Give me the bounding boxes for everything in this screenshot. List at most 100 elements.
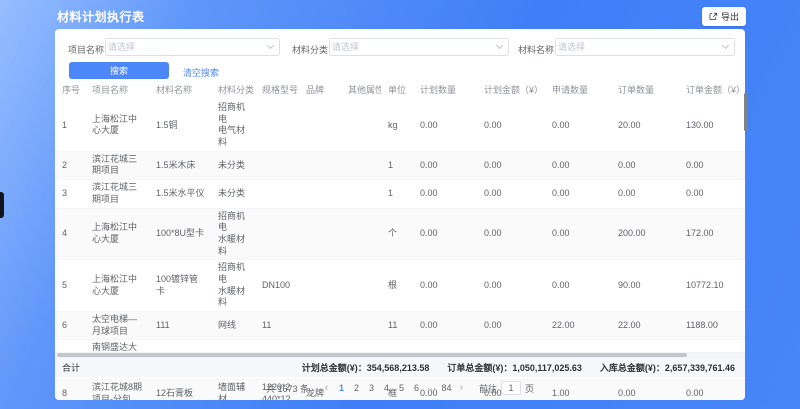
table-cell: 招商机电 电气材料	[211, 100, 255, 151]
column-header: 序号	[55, 78, 85, 100]
column-header: 订单金额（¥）	[679, 78, 745, 100]
table-cell: 4	[55, 208, 85, 260]
total-count: 共 1673 条	[266, 382, 309, 395]
material-category-input[interactable]	[332, 42, 497, 52]
column-header: 项目名称	[85, 78, 149, 100]
table-cell: 0.00	[477, 312, 545, 340]
page-title: 材料计划执行表	[57, 8, 145, 25]
export-button[interactable]: 导出	[702, 7, 746, 26]
table-cell: 0.00	[679, 151, 745, 179]
table-cell	[341, 151, 381, 179]
table-cell: 招商机电 水暖材料	[211, 260, 255, 312]
material-name-select[interactable]	[555, 38, 735, 56]
material-name-input[interactable]	[558, 42, 723, 52]
table-cell: 1.5米木床	[149, 151, 211, 179]
table-cell	[255, 151, 299, 179]
table-cell: 1	[55, 100, 85, 151]
table-cell: 0.00	[545, 260, 611, 312]
table-cell: 0.00	[679, 180, 745, 208]
page-button[interactable]: 2	[349, 382, 364, 394]
table-cell: 3	[55, 180, 85, 208]
table-cell: 未分类	[211, 151, 255, 179]
table-cell: 0.00	[413, 208, 477, 260]
chevron-down-icon	[496, 42, 503, 49]
table-cell: 200.00	[611, 208, 679, 260]
table-cell: 0.00	[545, 180, 611, 208]
page-button[interactable]: 4	[379, 382, 394, 394]
table-row: 5上海松江中心大厦100镀锌管卡招商机电 水暖材料DN100根0.000.000…	[55, 260, 745, 312]
table-cell	[255, 208, 299, 260]
table-cell: 0.00	[611, 151, 679, 179]
table-cell: 2	[55, 151, 85, 179]
table-cell: 100*8U型卡	[149, 208, 211, 260]
table-cell: 0.00	[477, 208, 545, 260]
table-cell	[299, 180, 341, 208]
horizontal-scrollbar-thumb[interactable]	[57, 353, 687, 357]
vertical-scrollbar-thumb[interactable]	[744, 93, 747, 131]
table-cell	[341, 100, 381, 151]
search-button[interactable]: 搜索	[69, 62, 169, 79]
table-row: 1上海松江中心大厦1.5铜招商机电 电气材料kg0.000.000.0020.0…	[55, 100, 745, 151]
table-cell: 滨江花城三期项目	[85, 180, 149, 208]
page-button[interactable]: 3	[364, 382, 379, 394]
table-cell: 上海松江中心大厦	[85, 260, 149, 312]
table-cell: 20.00	[611, 100, 679, 151]
table-cell	[255, 180, 299, 208]
table-cell: 130.00	[679, 100, 745, 151]
table-cell	[299, 151, 341, 179]
planned-total: 计划总金额(¥)：354,568,213.58	[302, 361, 430, 374]
table-cell: 0.00	[611, 180, 679, 208]
table-cell	[341, 180, 381, 208]
table-cell: 11	[255, 312, 299, 340]
page-list: 123456···84	[334, 382, 454, 394]
summary-row: 合计 计划总金额(¥)：354,568,213.58 订单总金额(¥)：1,05…	[55, 358, 745, 377]
column-header: 单位	[381, 78, 413, 100]
goto-prefix: 前往	[479, 382, 497, 395]
table-cell: 太空电梯—月球项目	[85, 312, 149, 340]
goto-page-input[interactable]	[501, 381, 521, 395]
page-button[interactable]: 6	[409, 382, 424, 394]
inbound-total: 入库总金额(¥)：2,657,339,761.46	[600, 361, 735, 374]
table-cell: 22.00	[545, 312, 611, 340]
table-row: 4上海松江中心大厦100*8U型卡招商机电 水暖材料个0.000.000.002…	[55, 208, 745, 260]
page-button[interactable]: 5	[394, 382, 409, 394]
table-cell: 10772.10	[679, 260, 745, 312]
goto-suffix: 页	[525, 382, 534, 395]
table-header-row: 序号项目名称材料名称材料分类规格型号品牌其他属性单位计划数量计划金额（¥）申请数…	[55, 78, 745, 100]
table-cell: 100镀锌管卡	[149, 260, 211, 312]
table-cell: 22.00	[611, 312, 679, 340]
table-cell: 0.00	[545, 208, 611, 260]
table-cell: 11	[381, 312, 413, 340]
table-cell: 6	[55, 312, 85, 340]
table-cell: 172.00	[679, 208, 745, 260]
table-row: 2滨江花城三期项目1.5米木床未分类10.000.000.000.000.00	[55, 151, 745, 179]
table-cell: 1.5铜	[149, 100, 211, 151]
table-cell	[299, 208, 341, 260]
column-header: 申请数量	[545, 78, 611, 100]
table-cell: 招商机电 水暖材料	[211, 208, 255, 260]
table-cell	[299, 260, 341, 312]
content-card: 项目名称 材料分类 材料名称 搜索 清空搜索 序号项目名称材料名称材料分类规格型…	[55, 29, 745, 400]
order-total: 订单总金额(¥)：1,050,117,025.63	[447, 361, 582, 374]
table-cell: 111	[149, 312, 211, 340]
project-name-select[interactable]	[105, 38, 280, 56]
column-header: 品牌	[299, 78, 341, 100]
prev-page-button[interactable]: ‹	[319, 383, 334, 394]
table-cell	[299, 100, 341, 151]
table-cell	[341, 312, 381, 340]
table-cell: 0.00	[413, 260, 477, 312]
table-cell: 0.00	[477, 180, 545, 208]
table-cell: 1	[381, 180, 413, 208]
project-name-input[interactable]	[108, 42, 268, 52]
table-cell: 上海松江中心大厦	[85, 100, 149, 151]
page-ellipsis: ···	[424, 382, 439, 394]
material-category-select[interactable]	[329, 38, 509, 56]
left-edge-handle[interactable]	[0, 192, 4, 218]
page-button[interactable]: 84	[439, 382, 454, 394]
table-cell: 0.00	[545, 100, 611, 151]
table-cell: 0.00	[413, 151, 477, 179]
column-header: 计划数量	[413, 78, 477, 100]
table-cell: 1.5米水平仪	[149, 180, 211, 208]
next-page-button[interactable]: ›	[454, 383, 469, 394]
page-button[interactable]: 1	[334, 382, 349, 394]
